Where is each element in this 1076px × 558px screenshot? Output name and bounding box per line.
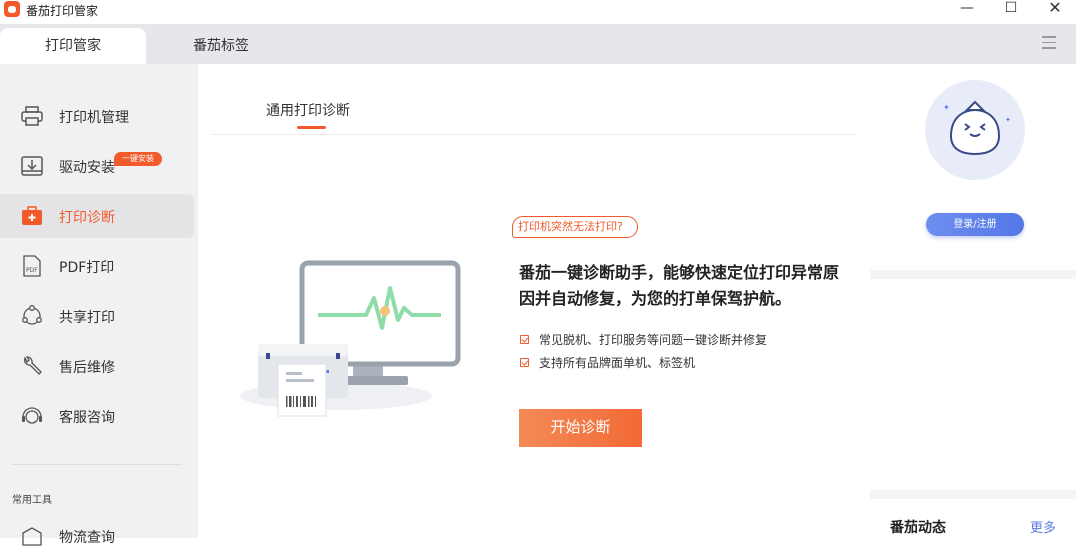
close-button[interactable]: ✕	[1032, 0, 1076, 20]
sidebar-item-printer-management[interactable]: 打印机管理	[0, 94, 194, 138]
pdf-icon: PDF	[23, 255, 41, 277]
svg-text:✦: ✦	[1005, 116, 1011, 124]
news-section-title: 番茄动态	[890, 520, 946, 536]
feature-item: 常见脱机、打印服务等问题一键诊断并修复	[520, 331, 767, 348]
sidebar-item-label: 客服咨询	[59, 410, 115, 426]
panel-separator	[870, 270, 1076, 279]
diagnosis-headline: 番茄一键诊断助手，能够快速定位打印异常原因并自动修复，为您的打单保驾护航。	[519, 263, 840, 308]
checkbox-icon	[520, 335, 529, 344]
subtab-divider	[212, 134, 856, 135]
sidebar-item-label: 物流查询	[59, 530, 115, 546]
headset-icon	[22, 407, 42, 424]
svg-text:✦: ✦	[943, 103, 950, 112]
sidebar: 打印机管理 驱动安装 一键安装 打印诊断 PDF PDF打印 共享打印 售后维修…	[0, 64, 198, 546]
sidebar-item-label: 打印机管理	[59, 110, 129, 126]
printer-icon	[21, 106, 43, 126]
feature-text: 支持所有品牌面单机、标签机	[539, 356, 696, 370]
window-title: 番茄打印管家	[26, 4, 99, 18]
tab-general-diagnosis[interactable]: 通用打印诊断	[266, 100, 350, 120]
feature-text: 常见脱机、打印服务等问题一键诊断并修复	[539, 333, 768, 347]
tab-print-manager[interactable]: 打印管家	[0, 28, 146, 64]
tools-section-title: 常用工具	[12, 495, 52, 506]
news-more-link[interactable]: 更多	[1030, 517, 1056, 536]
sidebar-item-shared-print[interactable]: 共享打印	[0, 294, 194, 338]
feature-item: 支持所有品牌面单机、标签机	[520, 354, 695, 371]
sidebar-item-label: PDF打印	[59, 260, 115, 276]
share-icon	[22, 305, 42, 325]
top-tab-strip: 打印管家 番茄标签	[0, 24, 1076, 64]
tab-tomato-labels[interactable]: 番茄标签	[146, 28, 296, 64]
title-bar: 番茄打印管家 — ☐ ✕	[0, 0, 1076, 20]
sidebar-item-pdf-print[interactable]: PDF PDF打印	[0, 244, 194, 288]
toolbox-icon	[22, 206, 42, 225]
panel-separator	[870, 490, 1076, 499]
driver-download-icon	[21, 156, 43, 176]
sidebar-item-logistics[interactable]: 物流查询	[0, 514, 194, 558]
app-logo-icon	[4, 1, 20, 17]
sidebar-item-print-diagnosis[interactable]: 打印诊断	[0, 194, 194, 238]
wrench-icon	[23, 356, 42, 375]
subtab-active-indicator	[297, 126, 326, 129]
menu-icon[interactable]	[1042, 36, 1056, 50]
sidebar-item-driver-install[interactable]: 驱动安装 一键安装	[0, 144, 194, 188]
login-register-button[interactable]: 登录/注册	[926, 213, 1024, 236]
sidebar-item-after-sales-repair[interactable]: 售后维修	[0, 344, 194, 388]
checkbox-icon	[520, 358, 529, 367]
maximize-button[interactable]: ☐	[988, 0, 1034, 20]
printer-monitor-illustration	[240, 260, 461, 417]
avatar-tomato-icon[interactable]: ✦ ✦	[925, 80, 1025, 180]
sidebar-item-customer-service[interactable]: 客服咨询	[0, 394, 194, 438]
sidebar-item-label: 打印诊断	[59, 210, 115, 226]
start-diagnosis-button[interactable]: 开始诊断	[519, 409, 642, 447]
question-bubble: 打印机突然无法打印?	[512, 216, 638, 238]
svg-text:PDF: PDF	[26, 267, 38, 274]
sidebar-item-label: 共享打印	[59, 310, 115, 326]
minimize-button[interactable]: —	[944, 0, 990, 20]
sidebar-item-label: 驱动安装	[59, 160, 115, 176]
logistics-icon	[22, 527, 42, 546]
sidebar-item-label: 售后维修	[59, 360, 115, 376]
one-click-install-badge[interactable]: 一键安装	[114, 152, 162, 166]
sidebar-divider	[12, 464, 182, 465]
